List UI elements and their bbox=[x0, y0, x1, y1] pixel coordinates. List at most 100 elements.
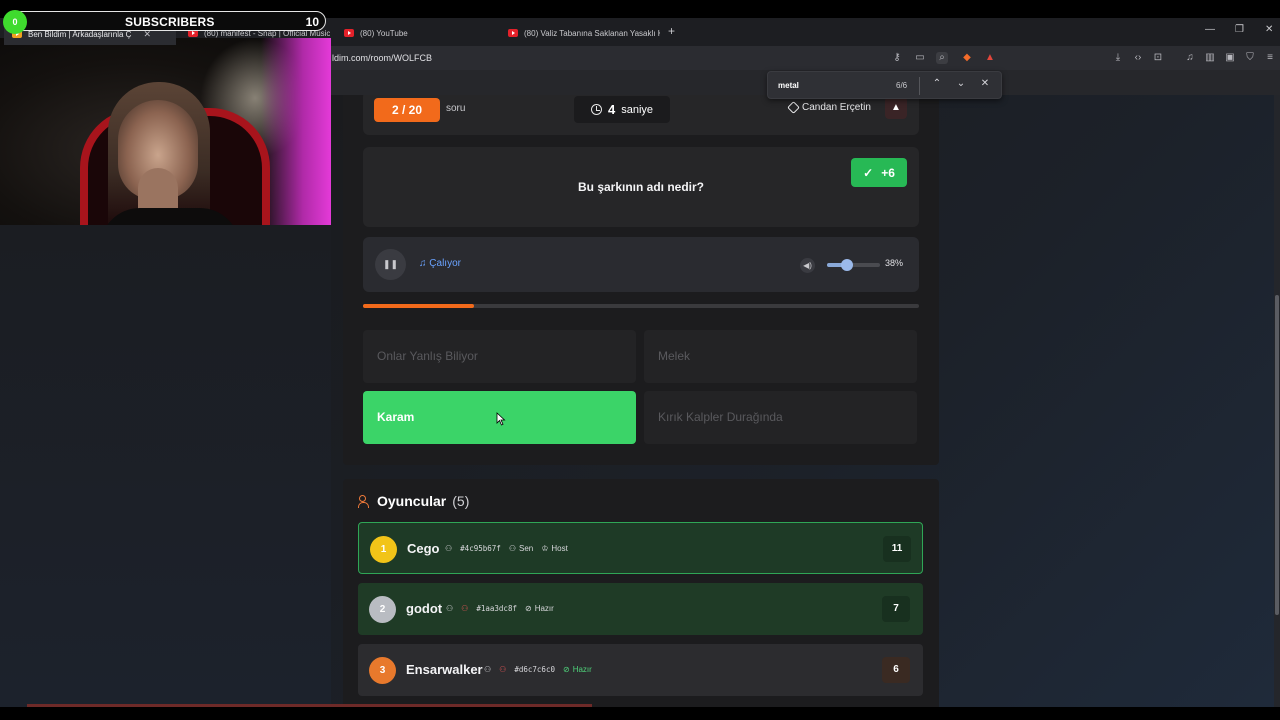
clock-icon bbox=[590, 104, 602, 115]
sidebar-icon[interactable]: ▥ bbox=[1204, 52, 1216, 64]
check-circle-icon: ⊘ bbox=[524, 604, 532, 613]
subscriber-goal-dot: 0 bbox=[3, 10, 27, 34]
kick-user-icon[interactable]: ⚇ bbox=[461, 604, 468, 613]
restore-icon[interactable]: ❐ bbox=[1235, 24, 1244, 35]
menu-icon[interactable]: ≡ bbox=[1264, 52, 1276, 64]
player-meta: ⚇ ⚇ #1aa3dc8f ⊘ Hazır bbox=[446, 604, 554, 613]
you-tag-label: Sen bbox=[518, 544, 534, 553]
artist-hint: Candan Erçetin bbox=[787, 101, 871, 114]
webcam-pink-light bbox=[261, 38, 331, 225]
check-icon: ✓ bbox=[863, 165, 874, 180]
question-card: Bu şarkının adı nedir? ✓ +6 bbox=[363, 147, 919, 227]
mouse-cursor-icon bbox=[496, 412, 506, 426]
player-meta: ⚇ #4c95b67f ⚇ Sen ♔ Host bbox=[445, 544, 568, 553]
player-score: 7 bbox=[882, 596, 910, 622]
close-icon[interactable]: ✕ bbox=[978, 78, 992, 89]
new-tab-button[interactable]: + bbox=[668, 24, 675, 38]
devtools-icon[interactable]: ‹› bbox=[1132, 52, 1144, 64]
player-meta: ⚇ ⚇ #d6c7c6c0 ⊘ Hazır bbox=[484, 665, 592, 674]
song-progress-fill bbox=[363, 304, 475, 308]
tab-label: (80) Valiz Tabanına Saklanan Yasaklı K bbox=[524, 28, 660, 38]
rewards-icon[interactable]: ▲ bbox=[984, 52, 996, 64]
pause-button[interactable]: ❚❚ bbox=[375, 249, 406, 280]
answer-option-4[interactable]: Kırık Kalpler Durağında bbox=[644, 391, 917, 444]
screenshot-icon[interactable]: ⊡ bbox=[1152, 52, 1164, 64]
report-button[interactable]: ▲ bbox=[885, 97, 907, 119]
players-count: (5) bbox=[452, 493, 470, 509]
player-name: Cego bbox=[407, 541, 440, 556]
webcam-overlay bbox=[0, 38, 331, 225]
player-score: 6 bbox=[882, 657, 910, 683]
question-text: Bu şarkının adı nedir? bbox=[577, 180, 705, 194]
tab-label: (80) YouTube bbox=[360, 28, 408, 38]
tag-icon bbox=[787, 101, 800, 114]
scroll-thumb[interactable] bbox=[1275, 295, 1279, 615]
speaker-icon: ◀) bbox=[803, 261, 812, 270]
vpn-icon[interactable]: ⛉ bbox=[1244, 52, 1256, 64]
question-suffix: soru bbox=[446, 103, 466, 114]
score-gain-badge: ✓ +6 bbox=[851, 158, 907, 187]
find-input[interactable]: metal bbox=[778, 81, 799, 90]
question-counter: 2 / 20 bbox=[374, 98, 440, 122]
subscriber-count: 10 bbox=[305, 15, 319, 29]
find-count: 6/6 bbox=[896, 81, 908, 90]
find-bar: metal 6/6 ⌃ ⌄ ✕ bbox=[767, 71, 1002, 99]
music-icon[interactable]: ♫ bbox=[1184, 52, 1196, 64]
youtube-icon bbox=[508, 29, 518, 37]
key-icon[interactable]: ⚷ bbox=[891, 52, 903, 64]
cast-icon[interactable]: ▭ bbox=[914, 52, 926, 64]
ready-label: Hazır bbox=[534, 604, 554, 613]
answer-option-1[interactable]: Onlar Yanlış Biliyor bbox=[363, 330, 636, 383]
answer-option-2[interactable]: Melek bbox=[644, 330, 917, 383]
music-note-icon: ♫ bbox=[419, 258, 430, 269]
ready-tag: ⊘ Hazır bbox=[563, 665, 592, 674]
volume-button[interactable]: ◀) bbox=[800, 258, 815, 273]
player-name: Ensarwalker bbox=[406, 662, 483, 677]
scrollbar[interactable] bbox=[1274, 95, 1280, 707]
option-label: Melek bbox=[658, 349, 691, 363]
warning-icon: ▲ bbox=[891, 102, 901, 113]
screen: (80) manifest - Snap | Official Music (8… bbox=[0, 0, 1280, 720]
players-title: Oyuncular (5) bbox=[358, 493, 469, 509]
user-icon: ⚇ bbox=[445, 544, 453, 553]
ready-label: Hazır bbox=[572, 665, 592, 674]
volume-slider[interactable] bbox=[827, 259, 880, 271]
minimize-icon[interactable]: — bbox=[1205, 24, 1215, 35]
artist-name: Candan Erçetin bbox=[802, 102, 871, 113]
player-id: #1aa3dc8f bbox=[476, 604, 517, 613]
playing-label: Çalıyor bbox=[429, 258, 461, 269]
download-icon[interactable]: ⤓ bbox=[1112, 52, 1124, 64]
tab-youtube[interactable]: (80) YouTube bbox=[336, 22, 496, 44]
player-row: 1 Cego ⚇ #4c95b67f ⚇ Sen ♔ Host 11 bbox=[358, 522, 923, 574]
find-icon[interactable]: ⌕ bbox=[936, 52, 948, 64]
subscriber-counter: 0 SUBSCRIBERS 10 bbox=[3, 10, 326, 34]
player-id: #4c95b67f bbox=[460, 544, 501, 553]
ready-tag: ⊘ Hazır bbox=[525, 604, 554, 613]
brave-shield-icon[interactable]: ◆ bbox=[961, 52, 973, 64]
chevron-down-icon[interactable]: ⌄ bbox=[954, 78, 968, 89]
subscriber-label: SUBSCRIBERS bbox=[125, 15, 215, 29]
user-icon: ⚇ bbox=[446, 604, 454, 613]
playing-status: ♫ Çalıyor bbox=[419, 258, 461, 269]
game-page: 2 / 20 soru 4 saniye Candan Erçetin ▲ Bu… bbox=[331, 95, 1280, 707]
wallet-icon[interactable]: ▣ bbox=[1224, 52, 1236, 64]
url-text: ldim.com/room/WOLFCB bbox=[332, 53, 433, 63]
score-gain: +6 bbox=[881, 165, 895, 180]
close-window-icon[interactable]: ✕ bbox=[1265, 24, 1273, 35]
player-row: 2 godot ⚇ ⚇ #1aa3dc8f ⊘ Hazır 7 bbox=[358, 583, 923, 635]
rank-badge: 1 bbox=[370, 536, 397, 563]
chevron-up-icon[interactable]: ⌃ bbox=[930, 78, 944, 89]
volume-knob[interactable] bbox=[841, 259, 854, 271]
player-id: #d6c7c6c0 bbox=[514, 665, 555, 674]
player-score: 11 bbox=[883, 536, 911, 562]
option-label: Kırık Kalpler Durağında bbox=[658, 410, 783, 424]
crown-icon: ♔ bbox=[541, 544, 549, 553]
find-divider bbox=[919, 77, 920, 95]
kick-user-icon[interactable]: ⚇ bbox=[499, 665, 506, 674]
player-name: godot bbox=[406, 601, 443, 616]
tab-valiz[interactable]: (80) Valiz Tabanına Saklanan Yasaklı K bbox=[500, 22, 660, 44]
host-tag-label: Host bbox=[551, 544, 568, 553]
pause-icon: ❚❚ bbox=[382, 259, 399, 269]
timer: 4 saniye bbox=[574, 96, 670, 123]
left-background bbox=[0, 225, 331, 707]
